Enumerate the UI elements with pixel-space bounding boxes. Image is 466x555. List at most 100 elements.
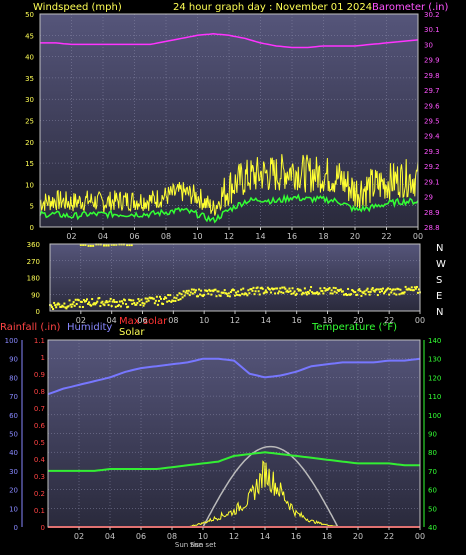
direction-point [292,292,295,295]
direction-point [363,290,366,293]
chart-title: 24 hour graph day : November 01 2024 [173,2,372,13]
wind-panel-x-tick-label: 14 [255,232,265,241]
direction-point [113,300,116,303]
humidity-tick-label: 10 [9,505,18,513]
temperature-tick-label: 70 [428,468,437,476]
temperature-tick-label: 120 [428,374,441,382]
direction-point [293,290,296,293]
humidity-tick-label: 90 [9,356,18,364]
direction-point [168,299,171,302]
direction-point [87,244,90,247]
direction-point [141,301,144,304]
direction-point [69,303,72,306]
direction-point [263,291,266,294]
direction-point [140,298,143,301]
direction-point [139,303,142,306]
direction-point [147,299,150,302]
direction-point [382,287,384,290]
direction-point [256,286,259,289]
direction-point [299,289,302,292]
windspeed-tick-label: 30 [25,96,34,104]
direction-point [182,290,185,293]
barometer-tick-label: 29.6 [424,102,440,110]
sunset-label: Sun set [190,541,216,549]
direction-point [394,288,397,291]
direction-point [228,295,231,298]
rainfall-tick-label: 0.7 [34,405,45,413]
direction-point [316,291,319,294]
direction-point [215,295,218,298]
direction-point [399,288,402,291]
direction-point [375,288,378,291]
barometer-tick-label: 28.8 [424,224,440,232]
direction-point [187,289,190,292]
direction-point [63,302,66,305]
direction-point [279,287,282,290]
direction-point [203,293,206,296]
direction-point [329,292,332,295]
weather-panel-x-tick-label: 20 [353,532,363,541]
humidity-tick-label: 30 [9,468,18,476]
direction-tick-label: 90 [31,291,40,299]
direction-point [304,291,307,294]
direction-point [222,291,225,294]
direction-point [334,287,337,290]
direction-point [118,300,121,303]
direction-point [397,288,400,291]
direction-point [206,290,209,293]
direction-point [142,304,145,307]
rainfall-tick-label: 0.1 [34,507,45,515]
direction-point [155,295,158,298]
direction-point [339,288,342,291]
direction-point [127,305,130,308]
direction-point [110,305,113,308]
direction-point [308,292,310,295]
direction-point [232,289,235,292]
temperature-tick-label: 100 [428,412,441,420]
rainfall-tick-label: 0 [41,524,45,532]
weather-panel-x-tick-label: 06 [136,532,146,541]
weather-graph-svg: Windspeed (mph) 24 hour graph day : Nove… [0,2,448,549]
direction-point [364,293,367,296]
direction-point [80,300,83,303]
direction-point [389,288,392,291]
barometer-tick-label: 30.2 [424,11,440,19]
direction-point [172,299,175,302]
direction-point [71,303,74,306]
direction-point [167,294,170,297]
direction-point [239,294,242,297]
direction-point [117,304,120,307]
direction-point [319,287,322,290]
direction-point [194,289,197,292]
direction-point [358,288,361,291]
windspeed-tick-label: 45 [25,32,34,40]
windspeed-tick-label: 5 [30,203,34,211]
rainfall-tick-label: 0.6 [34,422,46,430]
direction-point [124,299,127,302]
direction-tick-label: 270 [27,258,40,266]
direction-point [309,289,312,292]
direction-point [145,300,148,303]
direction-point [72,301,75,304]
direction-point [107,304,110,307]
wind-panel-x-tick-label: 22 [381,232,391,241]
direction-point [157,299,160,302]
direction-point [192,288,195,291]
direction-point [229,291,232,294]
temperature-tick-label: 40 [428,524,437,532]
windspeed-tick-label: 20 [25,139,34,147]
direction-point [235,291,238,294]
direction-point [198,288,201,291]
direction-point [125,303,128,306]
direction-point [120,300,123,303]
direction-point [178,292,181,295]
wind-panel-x-tick-label: 04 [98,232,108,241]
direction-point [379,288,382,291]
direction-panel-x-tick-label: 18 [322,316,332,325]
temperature-tick-label: 130 [428,356,441,364]
direction-point [252,286,255,289]
direction-point [210,293,213,296]
direction-point [75,302,78,305]
direction-point [185,289,188,292]
direction-point [360,294,363,297]
